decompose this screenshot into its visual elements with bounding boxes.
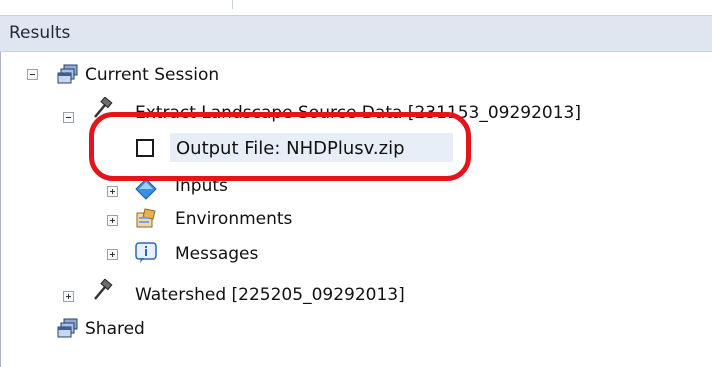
annotation-highlight-oval xyxy=(89,112,471,181)
session-stack-icon xyxy=(57,318,78,338)
messages-label: Messages xyxy=(175,244,259,264)
panel-title: Results xyxy=(9,23,71,43)
session-stack-icon xyxy=(57,64,78,84)
expand-watershed-button[interactable] xyxy=(63,291,74,302)
shared-label: Shared xyxy=(85,319,145,339)
tree-item-watershed[interactable]: Watershed [225205_09292013] xyxy=(135,282,405,308)
tree-item-shared[interactable]: Shared xyxy=(85,316,145,342)
environments-label: Environments xyxy=(175,209,293,229)
info-icon xyxy=(135,242,157,263)
collapse-tool-run-button[interactable] xyxy=(63,112,74,123)
results-tree: Current Session Extract Landscape Source… xyxy=(0,52,712,367)
collapse-current-session-button[interactable] xyxy=(27,69,38,80)
tree-item-current-session[interactable]: Current Session xyxy=(85,62,219,88)
tree-item-environments[interactable]: Environments xyxy=(175,206,292,232)
tree-item-messages[interactable]: Messages xyxy=(175,241,258,267)
hammer-icon xyxy=(94,279,113,300)
expand-messages-button[interactable] xyxy=(107,249,118,260)
diamond-icon xyxy=(135,178,157,200)
top-strip xyxy=(0,0,712,14)
environment-icon xyxy=(136,208,156,228)
expand-inputs-button[interactable] xyxy=(107,186,118,197)
expand-environments-button[interactable] xyxy=(107,215,118,226)
results-panel-header: Results xyxy=(0,15,712,52)
current-session-label: Current Session xyxy=(85,65,220,85)
divider xyxy=(232,0,233,9)
watershed-label: Watershed [225205_09292013] xyxy=(135,285,405,305)
